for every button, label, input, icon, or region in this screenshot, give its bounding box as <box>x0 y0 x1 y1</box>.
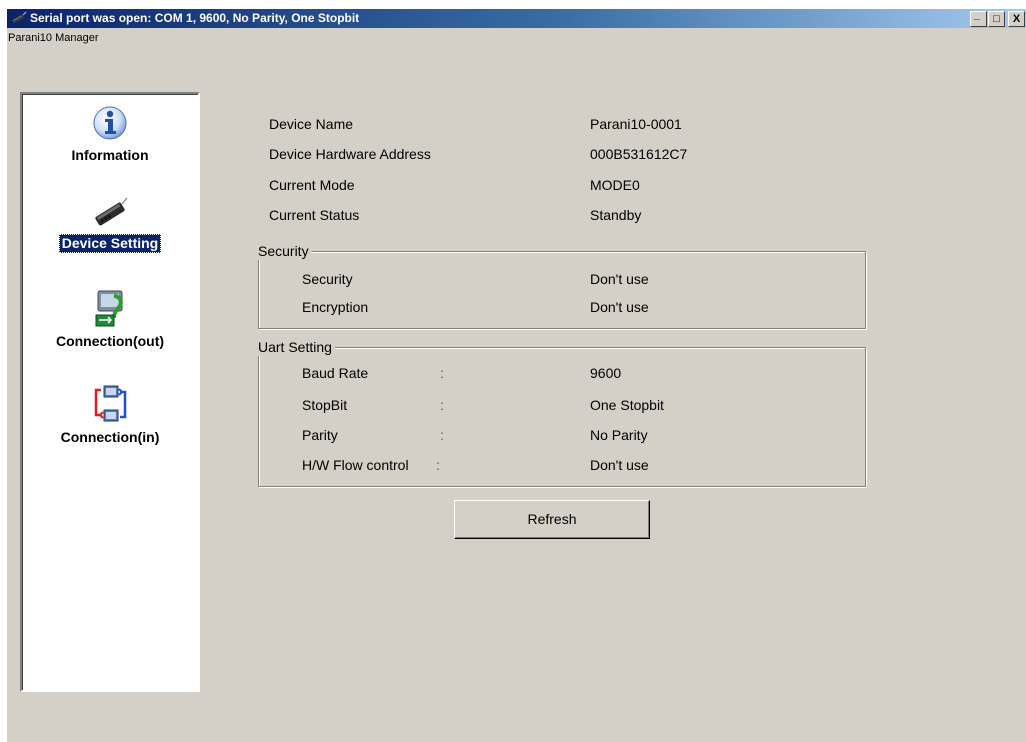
flow-control-colon: : <box>436 457 440 473</box>
security-label: Security <box>302 271 353 287</box>
flow-control-label: H/W Flow control <box>302 457 409 473</box>
maximize-button[interactable]: □ <box>988 11 1005 27</box>
security-group-title: Security <box>257 242 312 260</box>
parity-colon: : <box>440 427 444 443</box>
stopbit-value: One Stopbit <box>590 397 664 413</box>
window-title: Serial port was open: COM 1, 9600, No Pa… <box>30 11 360 25</box>
app-menu-label: Parani10 Manager <box>8 32 99 44</box>
device-address-label: Device Hardware Address <box>269 146 431 162</box>
device-address-value: 000B531612C7 <box>590 146 688 162</box>
encryption-value: Don't use <box>590 299 649 315</box>
current-status-value: Standby <box>590 207 642 223</box>
close-icon: X <box>1012 13 1021 25</box>
device-icon <box>95 197 128 226</box>
sidebar-item-device-setting[interactable]: Device Setting <box>22 196 198 253</box>
device-icon <box>12 11 27 24</box>
info-icon <box>93 106 127 140</box>
baud-rate-colon: : <box>440 365 444 381</box>
minimize-button[interactable]: _ <box>970 9 987 27</box>
connection-in-icon <box>94 385 127 422</box>
flow-control-value: Don't use <box>590 457 649 473</box>
connection-out-icon <box>95 290 123 327</box>
sidebar-item-label: Information <box>71 147 149 163</box>
device-name-label: Device Name <box>269 116 354 132</box>
sidebar-item-connection-in[interactable]: Connection(in) <box>22 384 198 447</box>
current-mode-value: MODE0 <box>590 177 640 193</box>
baud-rate-value: 9600 <box>590 365 622 381</box>
maximize-icon: □ <box>993 13 1000 25</box>
app-window: Serial port was open: COM 1, 9600, No Pa… <box>7 9 1026 742</box>
sidebar-item-label: Connection(in) <box>60 429 160 445</box>
security-value: Don't use <box>590 271 649 287</box>
minimize-icon: _ <box>974 9 981 21</box>
current-mode-label: Current Mode <box>269 177 355 193</box>
security-group: Security <box>257 242 866 329</box>
title-bar[interactable]: Serial port was open: COM 1, 9600, No Pa… <box>7 9 1026 28</box>
sidebar: Information Device Setting Connection(ou… <box>20 92 200 692</box>
sidebar-item-information[interactable]: Information <box>22 104 198 165</box>
device-name-value: Parani10-0001 <box>590 116 682 132</box>
baud-rate-label: Baud Rate <box>302 365 369 381</box>
uart-group-title: Uart Setting <box>257 338 335 356</box>
parity-label: Parity <box>302 427 338 443</box>
encryption-label: Encryption <box>302 299 369 315</box>
parity-value: No Parity <box>590 427 648 443</box>
sidebar-item-label: Connection(out) <box>55 333 165 349</box>
sidebar-item-label: Device Setting <box>58 234 162 253</box>
stopbit-colon: : <box>440 397 444 413</box>
stopbit-label: StopBit <box>302 397 348 413</box>
close-button[interactable]: X <box>1008 11 1025 27</box>
current-status-label: Current Status <box>269 207 360 223</box>
refresh-button[interactable]: Refresh <box>454 500 650 539</box>
sidebar-item-connection-out[interactable]: Connection(out) <box>22 288 198 351</box>
